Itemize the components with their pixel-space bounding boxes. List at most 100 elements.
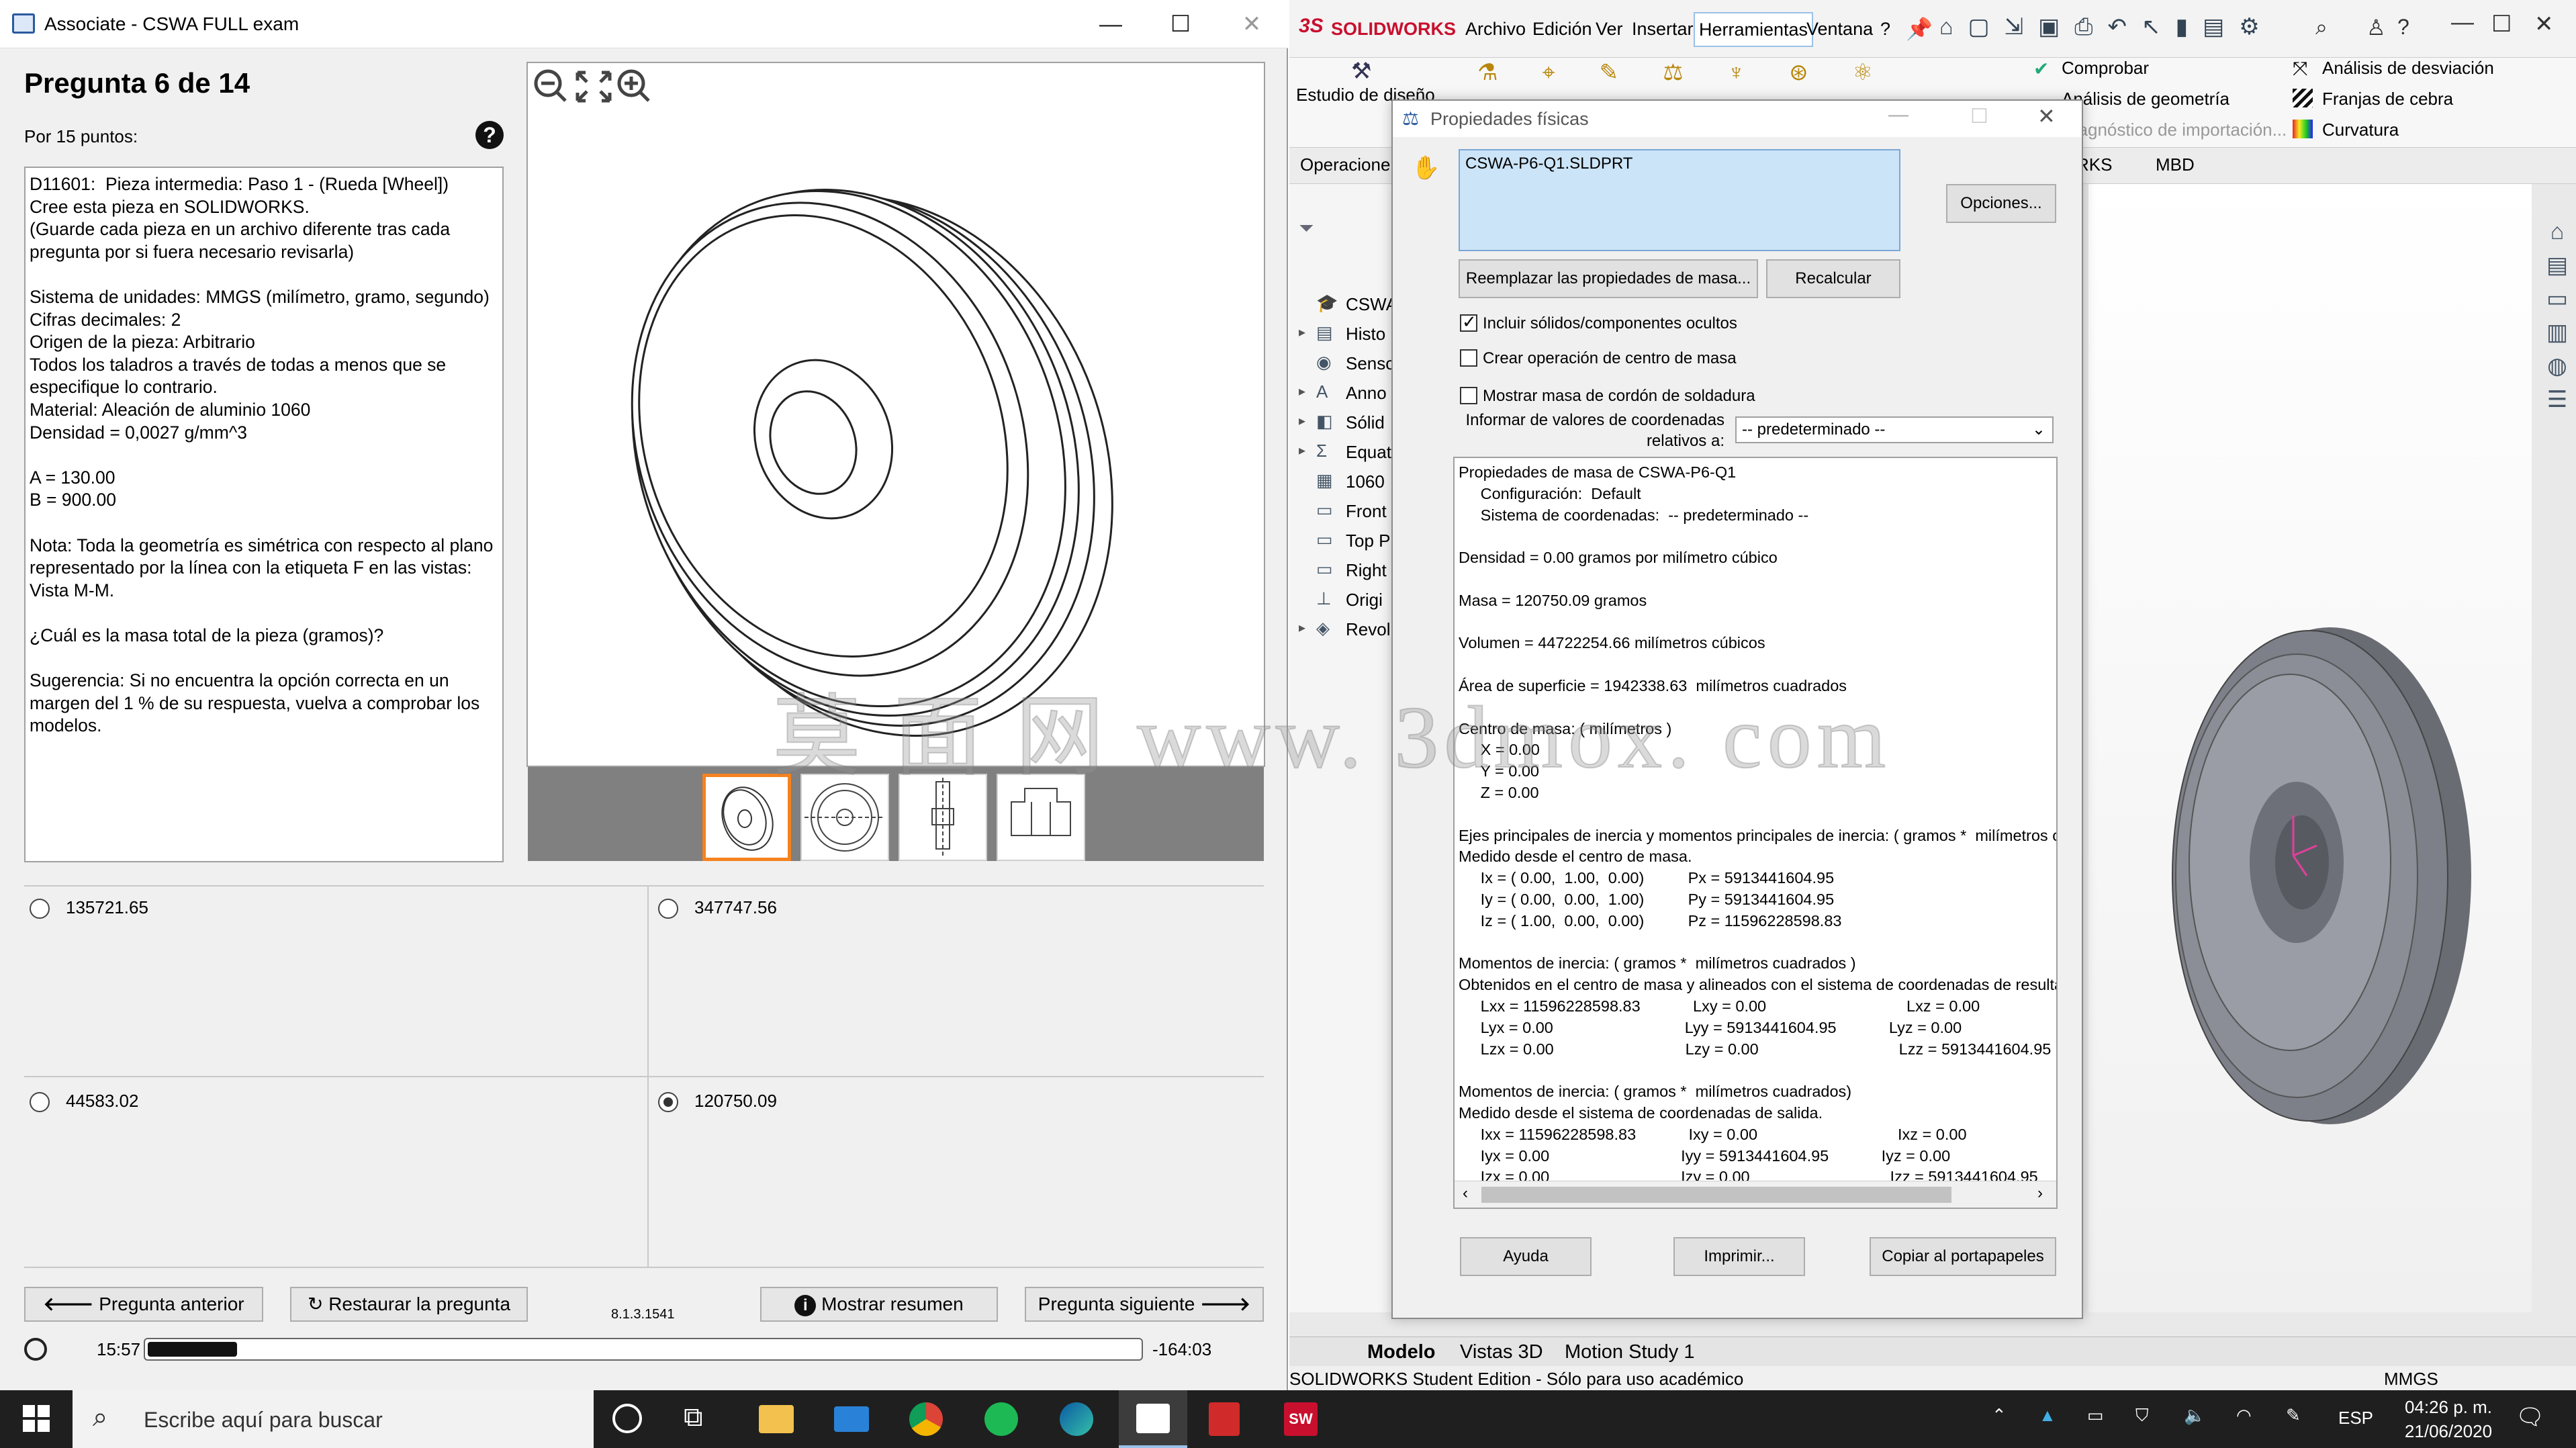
- check-icon[interactable]: ✔: [2033, 58, 2049, 80]
- horizontal-scrollbar[interactable]: ‹ ›: [1455, 1181, 2056, 1208]
- scroll-left-icon[interactable]: ‹: [1463, 1184, 1468, 1203]
- battery-icon[interactable]: ▭: [2087, 1405, 2104, 1426]
- expand-arrow-icon[interactable]: ▸: [1299, 619, 1305, 636]
- option-radio-1[interactable]: [30, 899, 50, 919]
- ribbon-franjas-cebra[interactable]: Franjas de cebra: [2322, 89, 2453, 109]
- sw-maximize-button[interactable]: ☐: [2491, 11, 2512, 38]
- tree-item[interactable]: ◉ Senso: [1289, 352, 1397, 379]
- tab-vistas-3d[interactable]: Vistas 3D: [1460, 1341, 1543, 1363]
- maximize-button[interactable]: ☐: [1147, 0, 1214, 48]
- dialog-minimize-button[interactable]: —: [1888, 103, 1908, 126]
- pin-icon[interactable]: 📌: [1906, 16, 1933, 42]
- tree-item[interactable]: ▭ Front: [1289, 500, 1397, 527]
- search-icon[interactable]: ⌕: [2315, 15, 2328, 40]
- zoom-in-icon[interactable]: [617, 69, 650, 102]
- help-menu-icon[interactable]: ?: [2397, 15, 2409, 40]
- design-study-icon[interactable]: ⚒: [1351, 58, 1371, 85]
- edge-icon[interactable]: [1060, 1402, 1093, 1436]
- ribbon-comprobar[interactable]: Comprobar: [2062, 58, 2149, 79]
- taskbar-search[interactable]: ⌕ Escribe aquí para buscar: [73, 1390, 594, 1448]
- scroll-right-icon[interactable]: ›: [2037, 1184, 2043, 1203]
- help-icon[interactable]: ?: [475, 121, 504, 149]
- option-value-2[interactable]: 347747.56: [694, 897, 777, 918]
- user-icon[interactable]: ♙: [2366, 15, 2386, 40]
- chrome-icon[interactable]: [909, 1402, 943, 1436]
- option-radio-3[interactable]: [30, 1092, 50, 1112]
- sw-minimize-button[interactable]: —: [2451, 9, 2474, 36]
- coord-select[interactable]: -- predeterminado -- ⌄: [1735, 416, 2054, 443]
- print-button[interactable]: Imprimir...: [1673, 1237, 1805, 1276]
- ribbon-tool-icons[interactable]: ⚗⌖✎⚖♆⊛⚛: [1477, 59, 1917, 86]
- language-indicator[interactable]: ESP: [2338, 1408, 2373, 1429]
- prev-question-button[interactable]: 🡐 Pregunta anterior: [24, 1287, 263, 1322]
- file-explorer-icon[interactable]: [759, 1405, 794, 1433]
- fit-icon[interactable]: [576, 71, 612, 103]
- tree-item[interactable]: ▦ 1060: [1289, 470, 1397, 497]
- expand-arrow-icon[interactable]: ▸: [1299, 442, 1305, 459]
- pen-icon[interactable]: ✎: [2286, 1405, 2301, 1426]
- cortana-icon[interactable]: [612, 1404, 642, 1433]
- zebra-icon[interactable]: [2293, 89, 2313, 107]
- recalculate-button[interactable]: Recalcular: [1766, 259, 1900, 298]
- tab-mbd[interactable]: MBD: [2156, 154, 2195, 175]
- mail-icon[interactable]: [834, 1406, 869, 1432]
- expand-arrow-icon[interactable]: ▸: [1299, 412, 1305, 429]
- tray-chevron-icon[interactable]: ⌃: [1992, 1405, 2007, 1426]
- tree-item[interactable]: ▭ Top P: [1289, 529, 1397, 556]
- exam-app-taskbar-button[interactable]: [1119, 1390, 1187, 1448]
- dialog-close-button[interactable]: ✕: [2037, 103, 2056, 129]
- deviation-icon[interactable]: ⤧: [2293, 58, 2307, 80]
- tree-item[interactable]: ▸ ◧ Sólid: [1289, 411, 1397, 438]
- ribbon-analisis-desviacion[interactable]: Análisis de desviación: [2322, 58, 2494, 79]
- minimize-button[interactable]: —: [1077, 0, 1144, 48]
- close-button[interactable]: ✕: [1218, 0, 1285, 48]
- option-radio-4[interactable]: [658, 1092, 678, 1112]
- selected-items-list[interactable]: CSWA-P6-Q1.SLDPRT: [1459, 149, 1900, 251]
- replace-mass-props-button[interactable]: Reemplazar las propiedades de masa...: [1459, 259, 1758, 298]
- weld-bead-checkbox[interactable]: [1460, 387, 1477, 404]
- menu-herramientas[interactable]: Herramientas: [1694, 12, 1814, 47]
- next-question-button[interactable]: Pregunta siguiente 🡒: [1025, 1287, 1264, 1322]
- create-com-checkbox[interactable]: [1460, 349, 1477, 367]
- zoom-out-icon[interactable]: [534, 69, 567, 102]
- menu-archivo[interactable]: Archivo: [1465, 0, 1526, 58]
- task-view-icon[interactable]: ⧉: [684, 1402, 703, 1433]
- clock-date[interactable]: 21/06/2020: [2388, 1421, 2509, 1442]
- spotify-icon[interactable]: [984, 1402, 1018, 1436]
- copy-clipboard-button[interactable]: Copiar al portapapeles: [1870, 1237, 2056, 1276]
- curvature-icon[interactable]: [2293, 120, 2313, 138]
- ribbon-curvatura[interactable]: Curvatura: [2322, 120, 2399, 140]
- tree-item[interactable]: ▸ A Anno: [1289, 381, 1397, 408]
- help-button[interactable]: Ayuda: [1460, 1237, 1592, 1276]
- menu-insertar[interactable]: Insertar: [1632, 0, 1694, 58]
- wifi-icon[interactable]: ◠: [2236, 1405, 2252, 1426]
- quick-access-toolbar[interactable]: ⌂▢⇲▣⎙↶↖▮▤⚙: [1939, 13, 2274, 40]
- filter-icon[interactable]: ⏷: [1299, 218, 1314, 240]
- notifications-icon[interactable]: 🗨: [2516, 1404, 2544, 1431]
- acrobat-icon[interactable]: [1209, 1402, 1240, 1436]
- tree-item[interactable]: ⊥ Origi: [1289, 588, 1397, 615]
- clock-time[interactable]: 04:26 p. m.: [2388, 1397, 2509, 1418]
- restore-question-button[interactable]: ↻ Restaurar la pregunta: [290, 1287, 528, 1322]
- ribbon-analisis-geometria[interactable]: Análisis de geometría: [2062, 89, 2229, 109]
- menu-ver[interactable]: Ver: [1596, 0, 1623, 58]
- options-button[interactable]: Opciones...: [1946, 184, 2056, 223]
- sw-close-button[interactable]: ✕: [2534, 11, 2554, 38]
- expand-arrow-icon[interactable]: ▸: [1299, 383, 1305, 400]
- tray-shield-icon[interactable]: ⛉: [2135, 1405, 2149, 1427]
- menu-ventana[interactable]: Ventana: [1806, 0, 1873, 58]
- tab-modelo[interactable]: Modelo: [1367, 1341, 1436, 1363]
- units-indicator[interactable]: MMGS: [2384, 1369, 2438, 1390]
- expand-arrow-icon[interactable]: ▸: [1299, 324, 1305, 341]
- tree-item[interactable]: ▸ ▤ Histo: [1289, 322, 1397, 349]
- option-radio-2[interactable]: [658, 899, 678, 919]
- tree-item[interactable]: ▸ ◈ Revol: [1289, 618, 1397, 645]
- tab-motion-study[interactable]: Motion Study 1: [1565, 1341, 1694, 1363]
- option-value-3[interactable]: 44583.02: [66, 1091, 138, 1112]
- selected-file[interactable]: CSWA-P6-Q1.SLDPRT: [1465, 154, 1632, 173]
- tab-operaciones[interactable]: Operacione: [1300, 154, 1390, 175]
- windows-start-icon[interactable]: [23, 1405, 50, 1432]
- menu-help[interactable]: ?: [1880, 0, 1890, 58]
- show-summary-button[interactable]: i Mostrar resumen: [760, 1287, 998, 1322]
- task-pane[interactable]: ⌂ ▤ ▭ ▥ ◍ ☰: [2542, 215, 2572, 416]
